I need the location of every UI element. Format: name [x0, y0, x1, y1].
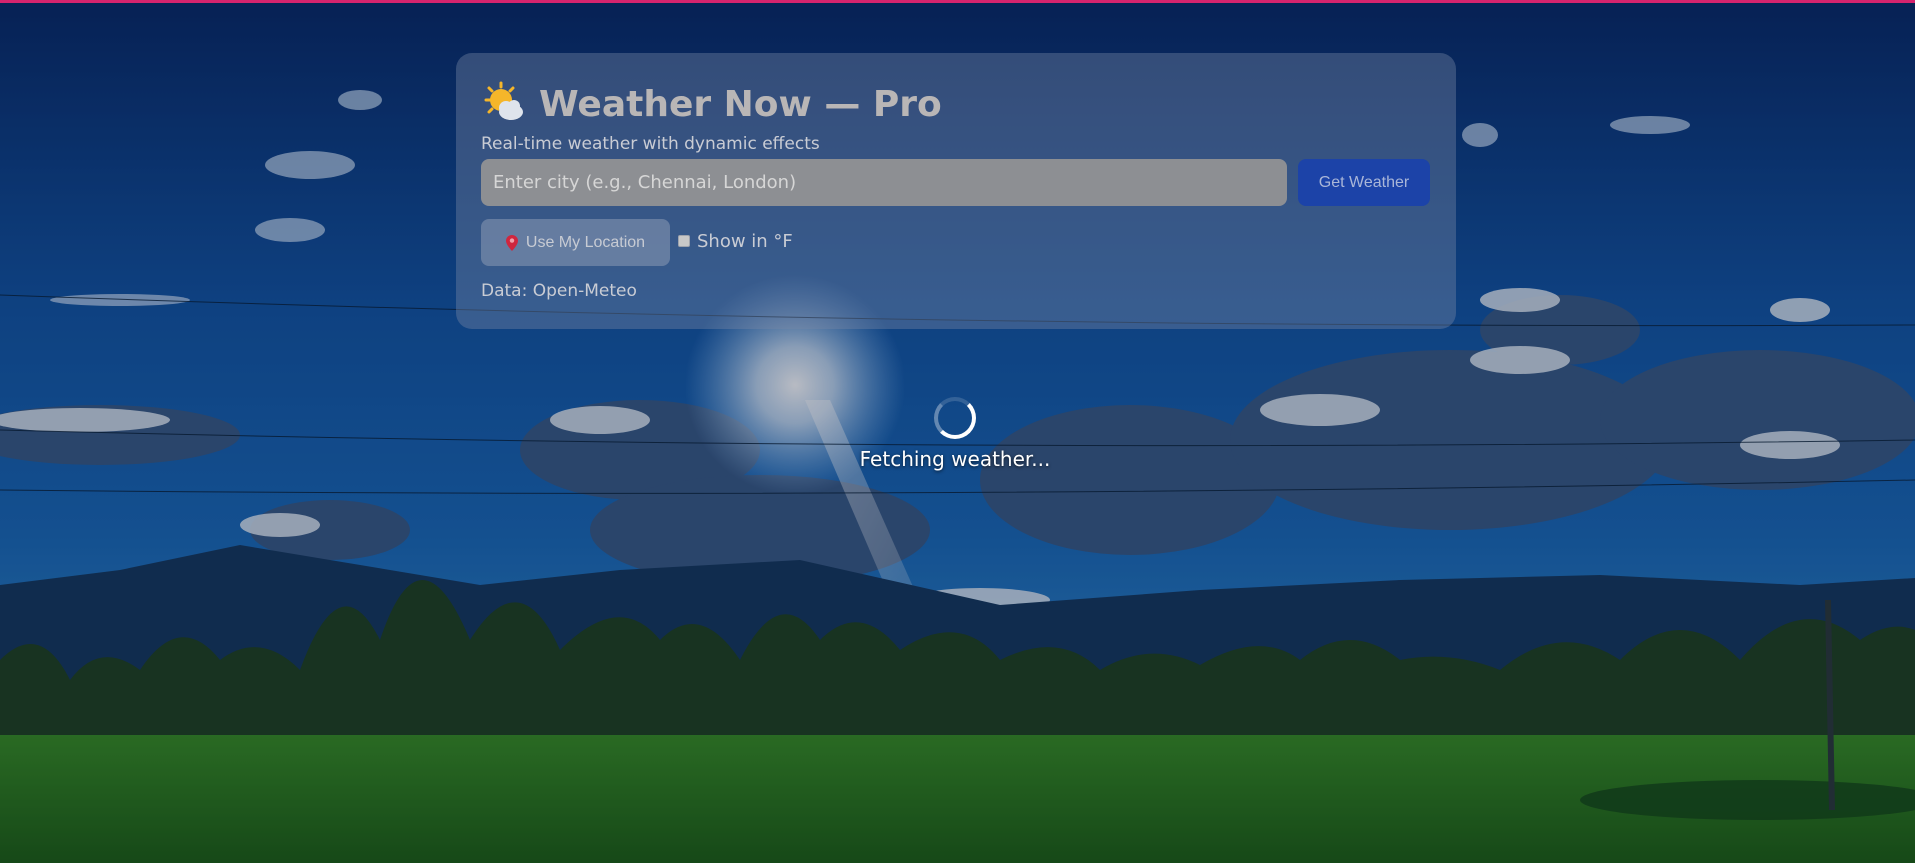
loading-text: Fetching weather... — [859, 447, 1051, 471]
fahrenheit-toggle[interactable]: Show in °F — [678, 231, 793, 252]
loading-spinner — [934, 397, 976, 439]
top-accent-strip — [0, 0, 1915, 3]
pin-icon — [505, 234, 518, 251]
data-source-credit: Data: Open-Meteo — [481, 281, 637, 301]
fahrenheit-label: Show in °F — [697, 230, 793, 252]
weather-app-page: Weather Now — Pro Real-time weather with… — [0, 0, 1915, 863]
search-row: Get Weather — [481, 159, 1431, 206]
loading-indicator: Fetching weather... — [855, 397, 1055, 471]
title-row: Weather Now — Pro — [481, 76, 1431, 132]
options-row: Use My Location Show in °F — [481, 219, 1431, 266]
get-weather-button[interactable]: Get Weather — [1298, 159, 1430, 206]
fahrenheit-checkbox[interactable] — [678, 235, 690, 247]
city-search-input[interactable] — [481, 159, 1287, 206]
sun-behind-cloud-icon — [484, 81, 523, 120]
weather-search-card: Weather Now — Pro Real-time weather with… — [456, 53, 1456, 329]
page-subtitle: Real-time weather with dynamic effects — [481, 134, 820, 154]
use-my-location-button[interactable]: Use My Location — [481, 219, 670, 266]
use-my-location-label: Use My Location — [525, 233, 646, 251]
page-title: Weather Now — Pro — [539, 83, 942, 125]
